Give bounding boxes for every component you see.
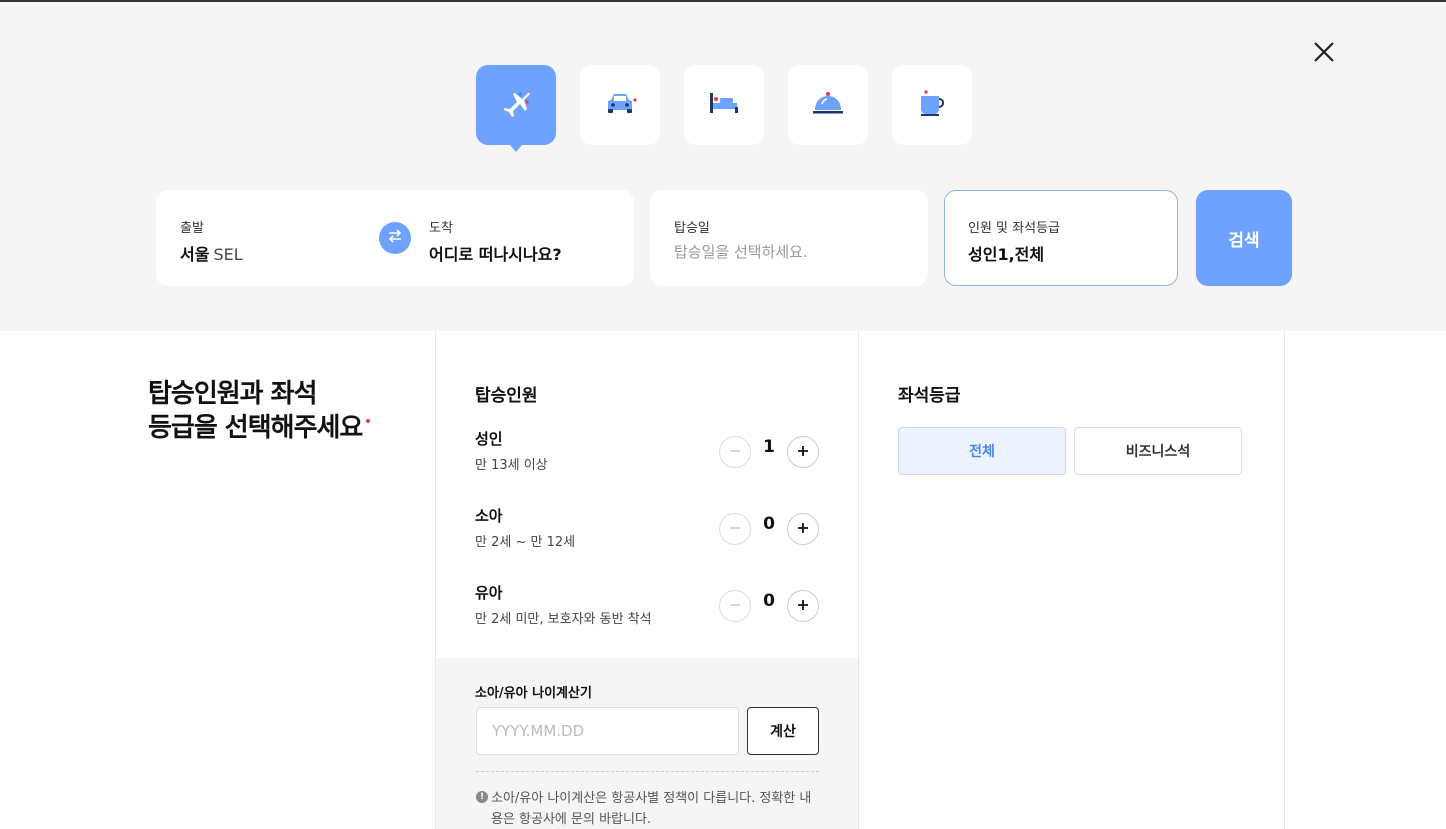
- birthdate-input[interactable]: [476, 707, 739, 755]
- date-field[interactable]: 탑승일 탑승일을 선택하세요.: [650, 190, 928, 286]
- passenger-age: 만 2세 ~ 만 12세: [475, 535, 576, 550]
- coffee-cup-icon: [914, 85, 950, 125]
- heading-line-2: 등급을 선택해주세요: [148, 413, 363, 443]
- swap-arrows-icon: [387, 228, 403, 248]
- departure-city: 서울: [180, 245, 210, 264]
- search-button[interactable]: 검색: [1196, 190, 1292, 286]
- panel-heading: 탑승인원과 좌석 등급을 선택해주세요: [148, 377, 370, 445]
- plus-icon: [796, 443, 810, 462]
- adult-count: 1: [763, 437, 775, 457]
- calculator-notice: 소아/유아 나이계산은 항공사별 정책이 다릅니다. 정확한 내용은 항공사에 …: [491, 791, 812, 827]
- route-field[interactable]: 출발 서울 SEL 도착 어디로 떠나시나요?: [156, 190, 634, 286]
- arrival-label: 도착: [429, 221, 453, 236]
- passenger-label: 인원 및 좌석등급: [968, 221, 1060, 236]
- departure-code: SEL: [213, 245, 243, 264]
- child-decrease-button[interactable]: [719, 513, 751, 545]
- info-icon: !: [476, 791, 488, 803]
- passenger-type: 유아: [475, 584, 503, 602]
- passenger-age: 만 2세 미만, 보호자와 동반 착석: [475, 612, 652, 627]
- passenger-field[interactable]: 인원 및 좌석등급 성인1,전체: [944, 190, 1178, 286]
- tab-restaurant[interactable]: [788, 65, 868, 145]
- search-header: 출발 서울 SEL 도착 어디로 떠나시나요? 탑승일 탑승일을 선택하세요. 인…: [0, 2, 1446, 331]
- date-label: 탑승일: [674, 221, 710, 236]
- grade-title: 좌석등급: [898, 386, 961, 406]
- calculator-title: 소아/유아 나이계산기: [475, 686, 592, 701]
- passenger-row-infant: 유아 만 2세 미만, 보호자와 동반 착석 0: [475, 582, 819, 632]
- passenger-type: 성인: [475, 430, 503, 448]
- plus-icon: [796, 520, 810, 539]
- calculate-button[interactable]: 계산: [747, 707, 819, 755]
- child-increase-button[interactable]: [787, 513, 819, 545]
- cloche-icon: [810, 85, 846, 125]
- date-placeholder: 탑승일을 선택하세요.: [674, 243, 808, 261]
- passenger-row-child: 소아 만 2세 ~ 만 12세 0: [475, 505, 819, 555]
- passenger-value: 성인1,전체: [968, 245, 1045, 264]
- tab-flight[interactable]: [476, 65, 556, 152]
- infant-decrease-button[interactable]: [719, 590, 751, 622]
- minus-icon: [728, 443, 742, 462]
- divider-right: [1284, 331, 1285, 829]
- tab-cafe[interactable]: [892, 65, 972, 145]
- heading-line-1: 탑승인원과 좌석: [148, 379, 318, 409]
- departure-value[interactable]: 서울 SEL: [180, 241, 243, 265]
- child-count: 0: [763, 514, 775, 534]
- grade-business-button[interactable]: 비즈니스석: [1074, 427, 1242, 475]
- tab-hotel[interactable]: [684, 65, 764, 145]
- adult-increase-button[interactable]: [787, 436, 819, 468]
- grade-all-button[interactable]: 전체: [898, 427, 1066, 475]
- airplane-icon: [498, 85, 534, 125]
- infant-increase-button[interactable]: [787, 590, 819, 622]
- close-icon[interactable]: [1308, 36, 1340, 68]
- departure-label: 출발: [180, 221, 204, 236]
- bed-icon: [706, 85, 742, 125]
- passenger-type: 소아: [475, 507, 503, 525]
- infant-count: 0: [763, 591, 775, 611]
- passenger-age: 만 13세 이상: [475, 458, 548, 473]
- passengers-title: 탑승인원: [475, 386, 538, 406]
- category-tabs: [476, 65, 972, 152]
- minus-icon: [728, 597, 742, 616]
- swap-button[interactable]: [379, 222, 411, 254]
- arrival-value[interactable]: 어디로 떠나시나요?: [429, 241, 562, 265]
- minus-icon: [728, 520, 742, 539]
- required-dot: [366, 419, 370, 423]
- divider-middle: [858, 331, 859, 829]
- plus-icon: [796, 597, 810, 616]
- car-icon: [602, 85, 638, 125]
- adult-decrease-button[interactable]: [719, 436, 751, 468]
- passenger-row-adult: 성인 만 13세 이상 1: [475, 428, 819, 478]
- age-calculator: 소아/유아 나이계산기 계산 ! 소아/유아 나이계산은 항공사별 정책이 다릅…: [436, 658, 858, 829]
- tab-car[interactable]: [580, 65, 660, 145]
- calculator-divider: [476, 771, 819, 772]
